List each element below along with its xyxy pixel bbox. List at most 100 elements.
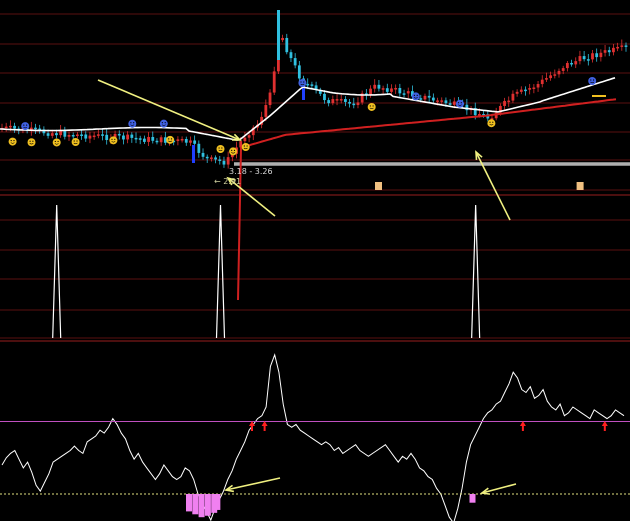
candle-body	[159, 137, 163, 143]
candle-body	[130, 134, 134, 138]
signal-spike	[215, 204, 226, 339]
candle-body	[448, 103, 452, 105]
annotation-arrow-line	[475, 151, 511, 221]
candle-body	[80, 134, 83, 136]
candle-body	[218, 159, 222, 161]
eye	[369, 105, 371, 107]
face	[411, 92, 420, 101]
grid-lines	[0, 13, 630, 342]
face	[455, 99, 464, 108]
histogram-bar	[214, 494, 221, 510]
face	[588, 77, 597, 85]
candle-body	[147, 136, 150, 142]
candle-body	[356, 102, 360, 106]
candle-body	[310, 84, 314, 86]
square-tag-icon	[576, 182, 584, 190]
candle-body	[549, 75, 553, 79]
candle-body	[431, 97, 435, 101]
candle-body	[105, 134, 109, 140]
candle-body	[507, 100, 511, 103]
eye	[170, 138, 173, 140]
face	[241, 143, 250, 151]
candle-body	[574, 61, 578, 65]
smiley-icon	[109, 136, 118, 145]
candle-body	[134, 137, 138, 140]
signal-panel	[52, 204, 481, 339]
candle-body	[226, 157, 230, 165]
candle-body	[63, 130, 67, 137]
candle-body	[277, 10, 280, 60]
eye	[457, 102, 460, 104]
candle-body	[427, 95, 431, 98]
blue-smiley-icon	[298, 79, 307, 87]
blue-smiley-icon	[411, 92, 420, 101]
candle-body	[536, 84, 540, 88]
candle-body	[503, 100, 506, 106]
candle-body	[264, 105, 268, 117]
candle-body	[390, 88, 393, 92]
eye	[73, 140, 75, 142]
histogram-bar	[186, 494, 192, 512]
eye	[23, 124, 25, 126]
smiley-icon	[367, 102, 376, 111]
face	[21, 122, 30, 131]
candle-body	[385, 88, 389, 92]
eye	[460, 102, 462, 104]
candle-body	[607, 50, 611, 53]
face	[298, 79, 307, 87]
candle-body	[540, 79, 544, 85]
candle-body	[519, 89, 523, 92]
candle-body	[281, 37, 284, 41]
candle-body	[75, 134, 79, 136]
eye	[57, 140, 59, 143]
face	[367, 102, 376, 111]
eye	[218, 147, 220, 149]
eye	[416, 94, 418, 96]
eye	[164, 122, 166, 124]
face	[27, 138, 36, 147]
candle-body	[620, 45, 624, 47]
smiley-icon	[52, 138, 61, 147]
blue-smiley-icon	[455, 99, 464, 108]
candle-body	[88, 135, 92, 139]
candle-body	[101, 134, 104, 136]
candle-body	[377, 84, 381, 89]
histogram-bar	[469, 494, 476, 503]
candle-body	[561, 68, 565, 71]
candle-body	[599, 52, 603, 58]
eye	[233, 149, 236, 151]
candle-body	[394, 87, 398, 90]
candle-body	[369, 88, 372, 95]
eye	[590, 79, 592, 81]
candle-body	[323, 93, 326, 101]
eye	[413, 94, 415, 96]
candle-body	[352, 103, 356, 106]
candle-body	[591, 53, 594, 60]
candle-body	[381, 88, 385, 90]
oscillator-panel	[0, 353, 630, 521]
candle-body	[151, 136, 155, 141]
candle-body	[126, 134, 130, 140]
candle-body	[180, 139, 184, 141]
candle-body	[306, 83, 310, 86]
candle-body	[205, 156, 209, 159]
face	[109, 136, 118, 145]
eye	[593, 79, 595, 81]
eye	[221, 147, 223, 149]
candle-body	[331, 99, 335, 104]
smiley-icon	[487, 119, 496, 128]
candle-body	[4, 126, 8, 129]
eye	[133, 122, 135, 124]
up-arrow-icon	[601, 421, 608, 431]
candle-body	[71, 135, 75, 137]
candle-body	[406, 91, 410, 94]
candle-body	[13, 125, 16, 129]
candle-body	[46, 133, 50, 136]
face	[8, 137, 17, 146]
candle-body	[142, 138, 146, 142]
candle-body	[532, 87, 536, 89]
candle-body	[339, 99, 343, 101]
eye	[32, 140, 34, 142]
candle-body	[197, 143, 201, 153]
candle-body	[8, 125, 12, 128]
